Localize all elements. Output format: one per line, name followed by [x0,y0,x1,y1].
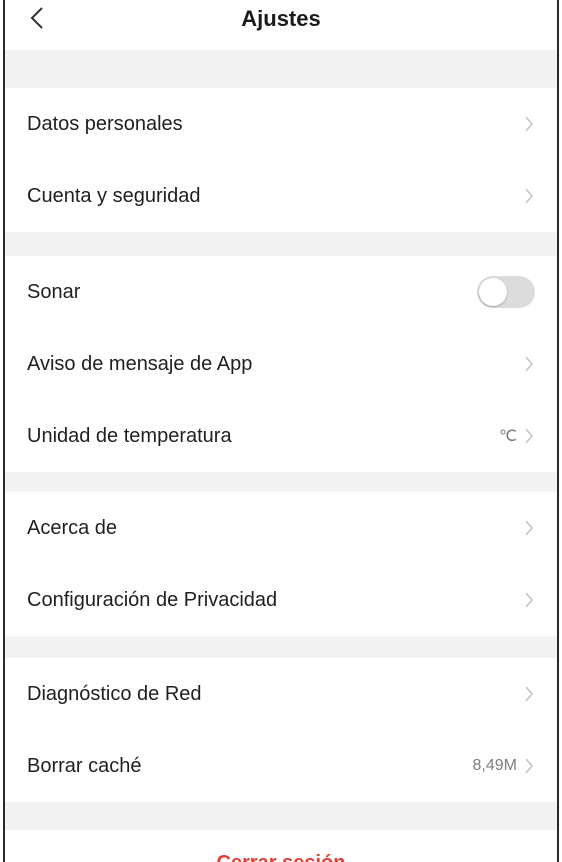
row-label: Borrar caché [27,754,142,777]
row-label: Sonar [27,280,81,303]
row-label: Configuración de Privacidad [27,588,278,611]
row-diagnostico-red[interactable]: Diagnóstico de Red [5,658,557,730]
chevron-right-icon [523,685,535,703]
row-acerca-de[interactable]: Acerca de [5,492,557,564]
chevron-right-icon [523,427,535,445]
section-divider [5,472,557,492]
logout-area: Cerrar sesión [5,830,557,862]
row-label: Diagnóstico de Red [27,682,202,705]
logout-button[interactable]: Cerrar sesión [217,852,346,862]
section-divider [5,50,557,88]
row-unidad-temperatura[interactable]: Unidad de temperatura ℃ [5,400,557,472]
section-divider [5,232,557,256]
row-aviso-mensaje-app[interactable]: Aviso de mensaje de App [5,328,557,400]
row-borrar-cache[interactable]: Borrar caché 8,49M [5,730,557,802]
row-configuracion-privacidad[interactable]: Configuración de Privacidad [5,564,557,636]
chevron-right-icon [523,591,535,609]
row-sonar: Sonar [5,256,557,328]
page-title: Ajustes [241,6,321,31]
row-label: Cuenta y seguridad [27,184,201,207]
row-label: Acerca de [27,516,118,539]
chevron-right-icon [523,187,535,205]
row-label: Unidad de temperatura [27,424,232,447]
sonar-toggle[interactable] [477,276,535,308]
chevron-right-icon [523,355,535,373]
section-divider [5,636,557,658]
toggle-knob [479,278,507,306]
row-cuenta-y-seguridad[interactable]: Cuenta y seguridad [5,160,557,232]
temperature-unit-value: ℃ [499,428,517,445]
row-label: Aviso de mensaje de App [27,352,253,375]
header: Ajustes [5,0,557,50]
section-divider [5,802,557,830]
chevron-right-icon [523,757,535,775]
settings-screen: Ajustes Datos personales Cuenta y seguri… [3,0,559,862]
row-label: Datos personales [27,112,183,135]
chevron-right-icon [523,519,535,537]
cache-size-value: 8,49M [472,757,517,774]
chevron-right-icon [523,115,535,133]
row-datos-personales[interactable]: Datos personales [5,88,557,160]
